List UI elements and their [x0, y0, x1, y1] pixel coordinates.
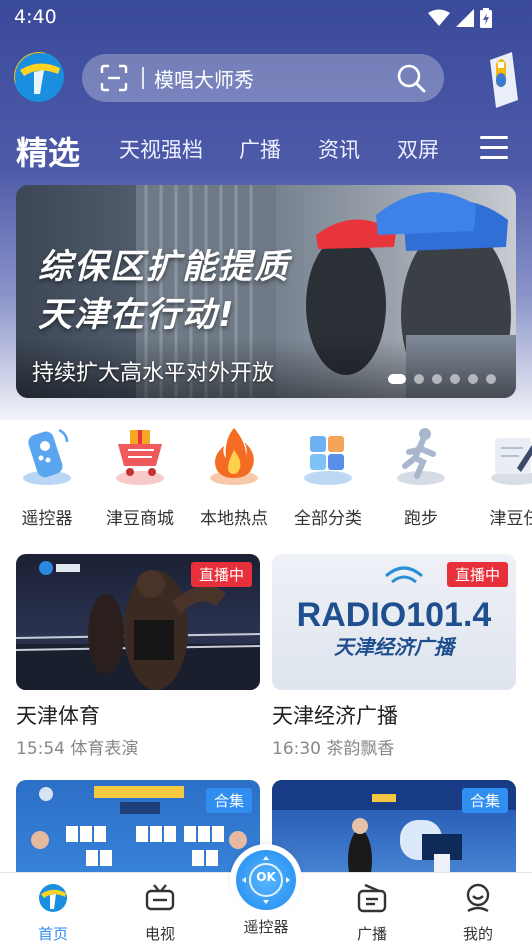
- radio-icon: [357, 883, 387, 913]
- card-subtitle: 15:54 体育表演: [16, 739, 139, 759]
- channel-thumbnail: RADIO101.4 天津经济广播 直播中: [272, 554, 516, 690]
- scan-icon[interactable]: [100, 64, 128, 92]
- running-icon: [397, 428, 445, 485]
- cell-signal-icon: [456, 9, 474, 27]
- shortcut-running[interactable]: 跑步: [374, 420, 468, 529]
- banner-title-line2: 天津在行动!: [38, 295, 236, 335]
- remote-control-icon: [23, 428, 71, 485]
- tv-icon: [145, 884, 175, 911]
- category-tabs: 精选 天视强档 广播 资讯 双屏: [0, 124, 532, 174]
- remote-ok-label: OK: [256, 870, 276, 884]
- carousel-dot[interactable]: [388, 374, 406, 384]
- status-time: 4:40: [14, 6, 57, 28]
- shortcut-row: 遥控器 津豆商城 本地热点 全部分类 跑步 津豆: [0, 420, 532, 529]
- collection-badge: 合集: [461, 788, 508, 813]
- carousel-indicator: [388, 374, 496, 384]
- shortcut-jindou-tasks[interactable]: 津豆任: [468, 420, 532, 529]
- tab-tianshi-highlights[interactable]: 天视强档: [119, 134, 203, 164]
- nav-label: 我的: [462, 925, 493, 943]
- search-placeholder[interactable]: 模唱大师秀: [154, 64, 396, 93]
- shortcut-label: 津豆任: [489, 509, 532, 529]
- radio-name-text: 天津经济广播: [334, 635, 457, 659]
- search-icon[interactable]: [396, 63, 426, 93]
- search-divider: [142, 67, 144, 89]
- shortcut-jindou-mall[interactable]: 津豆商城: [93, 420, 187, 529]
- carousel-dot[interactable]: [468, 374, 478, 384]
- wifi-icon: [428, 9, 450, 26]
- tab-news[interactable]: 资讯: [318, 134, 360, 164]
- card-title: 天津体育: [16, 704, 100, 728]
- search-bar[interactable]: 模唱大师秀: [82, 54, 444, 102]
- category-cubes-icon: [304, 436, 352, 485]
- shortcut-local-hot[interactable]: 本地热点: [187, 420, 281, 529]
- nav-radio[interactable]: 广播: [332, 883, 412, 944]
- carousel-dot[interactable]: [432, 374, 442, 384]
- carousel-dot[interactable]: [450, 374, 460, 384]
- shortcut-label: 本地热点: [200, 509, 268, 529]
- carousel-dot[interactable]: [486, 374, 496, 384]
- live-badge: 直播中: [446, 562, 508, 587]
- tab-featured[interactable]: 精选: [16, 128, 80, 174]
- nav-home[interactable]: 首页: [13, 883, 93, 944]
- nav-label: 遥控器: [243, 918, 289, 936]
- nav-label: 电视: [144, 925, 175, 943]
- shortcut-all-categories[interactable]: 全部分类: [281, 420, 375, 529]
- profile-icon: [466, 883, 490, 913]
- tab-radio[interactable]: 广播: [239, 134, 281, 164]
- shortcut-label: 全部分类: [294, 509, 362, 529]
- nav-label: 首页: [37, 925, 68, 943]
- featured-banner[interactable]: 综保区扩能提质 天津在行动! 持续扩大高水平对外开放: [16, 185, 516, 398]
- shortcut-label: 跑步: [404, 509, 438, 529]
- channel-card[interactable]: 直播中 天津体育 15:54 体育表演: [16, 554, 260, 759]
- carousel-dot[interactable]: [414, 374, 424, 384]
- status-icons: [428, 8, 492, 28]
- card-title: 天津经济广播: [272, 704, 398, 728]
- channel-thumbnail: 直播中: [16, 554, 260, 690]
- mascot-icon[interactable]: [482, 50, 522, 110]
- collection-badge: 合集: [205, 788, 252, 813]
- task-pen-icon: [491, 438, 532, 485]
- home-logo-icon: [39, 884, 67, 912]
- shopping-cart-icon: [116, 430, 164, 485]
- fire-icon: [210, 428, 258, 485]
- remote-control-button[interactable]: OK: [230, 844, 302, 916]
- nav-label: 广播: [356, 925, 387, 943]
- menu-icon[interactable]: [480, 136, 508, 160]
- card-subtitle: 16:30 茶韵飘香: [272, 739, 395, 759]
- status-bar: 4:40: [0, 0, 532, 36]
- shortcut-label: 遥控器: [21, 509, 73, 529]
- remote-dpad-icon: OK: [236, 850, 296, 910]
- radio-frequency-text: RADIO101.4: [297, 596, 492, 634]
- banner-caption: 持续扩大高水平对外开放: [32, 361, 275, 386]
- live-badge: 直播中: [190, 562, 252, 587]
- channel-card[interactable]: RADIO101.4 天津经济广播 直播中 天津经济广播 16:30 茶韵飘香: [272, 554, 516, 759]
- nav-profile[interactable]: 我的: [438, 883, 518, 944]
- shortcut-remote[interactable]: 遥控器: [0, 420, 94, 529]
- tab-dual-screen[interactable]: 双屏: [397, 134, 439, 164]
- nav-tv[interactable]: 电视: [120, 883, 200, 944]
- battery-icon: [480, 8, 492, 28]
- banner-title-line1: 综保区扩能提质: [38, 247, 290, 287]
- shortcut-label: 津豆商城: [106, 509, 174, 529]
- app-logo[interactable]: [14, 52, 64, 102]
